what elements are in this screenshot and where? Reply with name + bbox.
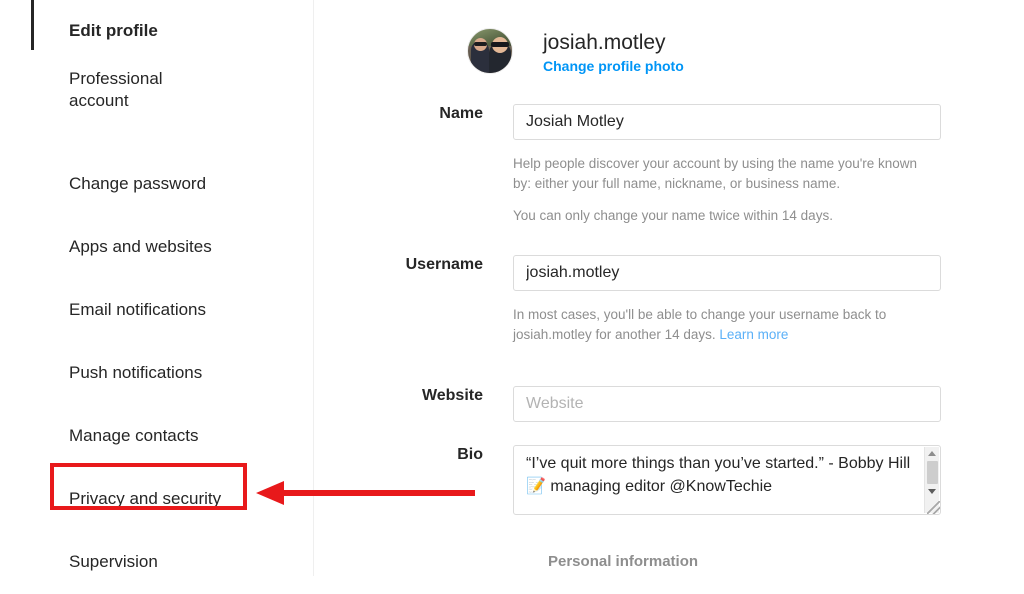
- learn-more-link[interactable]: Learn more: [719, 327, 788, 342]
- avatar-person-left-sunglasses: [474, 42, 487, 46]
- sidebar-item-email-notifications[interactable]: Email notifications: [0, 279, 313, 342]
- website-row: Website: [315, 386, 941, 422]
- name-field-group: Help people discover your account by usi…: [513, 104, 941, 226]
- profile-meta: josiah.motley Change profile photo: [543, 28, 684, 74]
- sidebar-item-list: Edit profile Professional account Change…: [0, 0, 313, 594]
- edit-profile-page: Edit profile Professional account Change…: [0, 0, 1024, 576]
- avatar-person-right-sunglasses: [491, 42, 509, 47]
- name-helper-text-2: You can only change your name twice with…: [513, 208, 833, 224]
- sidebar-item-push-notifications[interactable]: Push notifications: [0, 342, 313, 405]
- username-input[interactable]: [513, 255, 941, 291]
- scrollbar-thumb[interactable]: [927, 461, 938, 484]
- bio-textarea-wrapper: “I’ve quit more things than you’ve start…: [513, 445, 941, 515]
- bio-row: Bio “I’ve quit more things than you’ve s…: [315, 445, 941, 515]
- sidebar-item-label: Supervision: [69, 552, 158, 572]
- avatar[interactable]: [467, 28, 513, 74]
- scroll-down-arrow-icon[interactable]: [925, 485, 939, 498]
- profile-username: josiah.motley: [543, 31, 666, 54]
- name-row: Name Help people discover your account b…: [315, 104, 941, 226]
- profile-header: josiah.motley Change profile photo: [315, 28, 684, 74]
- sidebar-item-label: Manage contacts: [69, 426, 199, 446]
- sidebar-item-label: Apps and websites: [69, 237, 212, 257]
- bio-field-group: “I’ve quit more things than you’ve start…: [513, 445, 941, 515]
- website-field-group: [513, 386, 941, 422]
- name-helper-text-1: Help people discover your account by usi…: [513, 156, 918, 191]
- settings-sidebar: Edit profile Professional account Change…: [0, 0, 314, 576]
- username-helper-text: In most cases, you'll be able to change …: [513, 305, 933, 344]
- sidebar-item-label: Professional account: [69, 69, 163, 111]
- website-input[interactable]: [513, 386, 941, 422]
- name-input[interactable]: [513, 104, 941, 140]
- username-label: Username: [405, 256, 483, 273]
- bio-textarea[interactable]: “I’ve quit more things than you’ve start…: [513, 445, 941, 515]
- sidebar-item-label: Email notifications: [69, 300, 207, 320]
- sidebar-item-label: Edit profile: [69, 21, 158, 41]
- username-row: Username In most cases, you'll be able t…: [315, 255, 941, 344]
- change-profile-photo-link[interactable]: Change profile photo: [543, 58, 684, 74]
- username-field-group: In most cases, you'll be able to change …: [513, 255, 941, 344]
- edit-profile-form-panel: josiah.motley Change profile photo Name …: [315, 0, 1024, 576]
- avatar-container: [455, 28, 513, 74]
- sidebar-item-privacy-and-security[interactable]: Privacy and security: [0, 468, 313, 531]
- sidebar-item-professional-account[interactable]: Professional account: [0, 63, 313, 153]
- sidebar-item-apps-and-websites[interactable]: Apps and websites: [0, 216, 313, 279]
- scroll-up-arrow-icon[interactable]: [925, 447, 939, 460]
- sidebar-item-label: Privacy and security: [69, 489, 222, 509]
- bio-label: Bio: [457, 446, 483, 463]
- personal-information-heading: Personal information: [548, 553, 699, 570]
- sidebar-item-change-password[interactable]: Change password: [0, 153, 313, 216]
- username-helper-prefix: In most cases, you'll be able to change …: [513, 307, 887, 342]
- sidebar-item-manage-contacts[interactable]: Manage contacts: [0, 405, 313, 468]
- sidebar-item-label: Push notifications: [69, 363, 203, 383]
- sidebar-item-edit-profile[interactable]: Edit profile: [0, 0, 313, 63]
- website-label: Website: [421, 387, 483, 404]
- resize-handle-icon[interactable]: [927, 501, 940, 514]
- sidebar-item-supervision[interactable]: Supervision: [0, 531, 313, 594]
- sidebar-item-label: Change password: [69, 174, 207, 194]
- name-label: Name: [439, 105, 483, 122]
